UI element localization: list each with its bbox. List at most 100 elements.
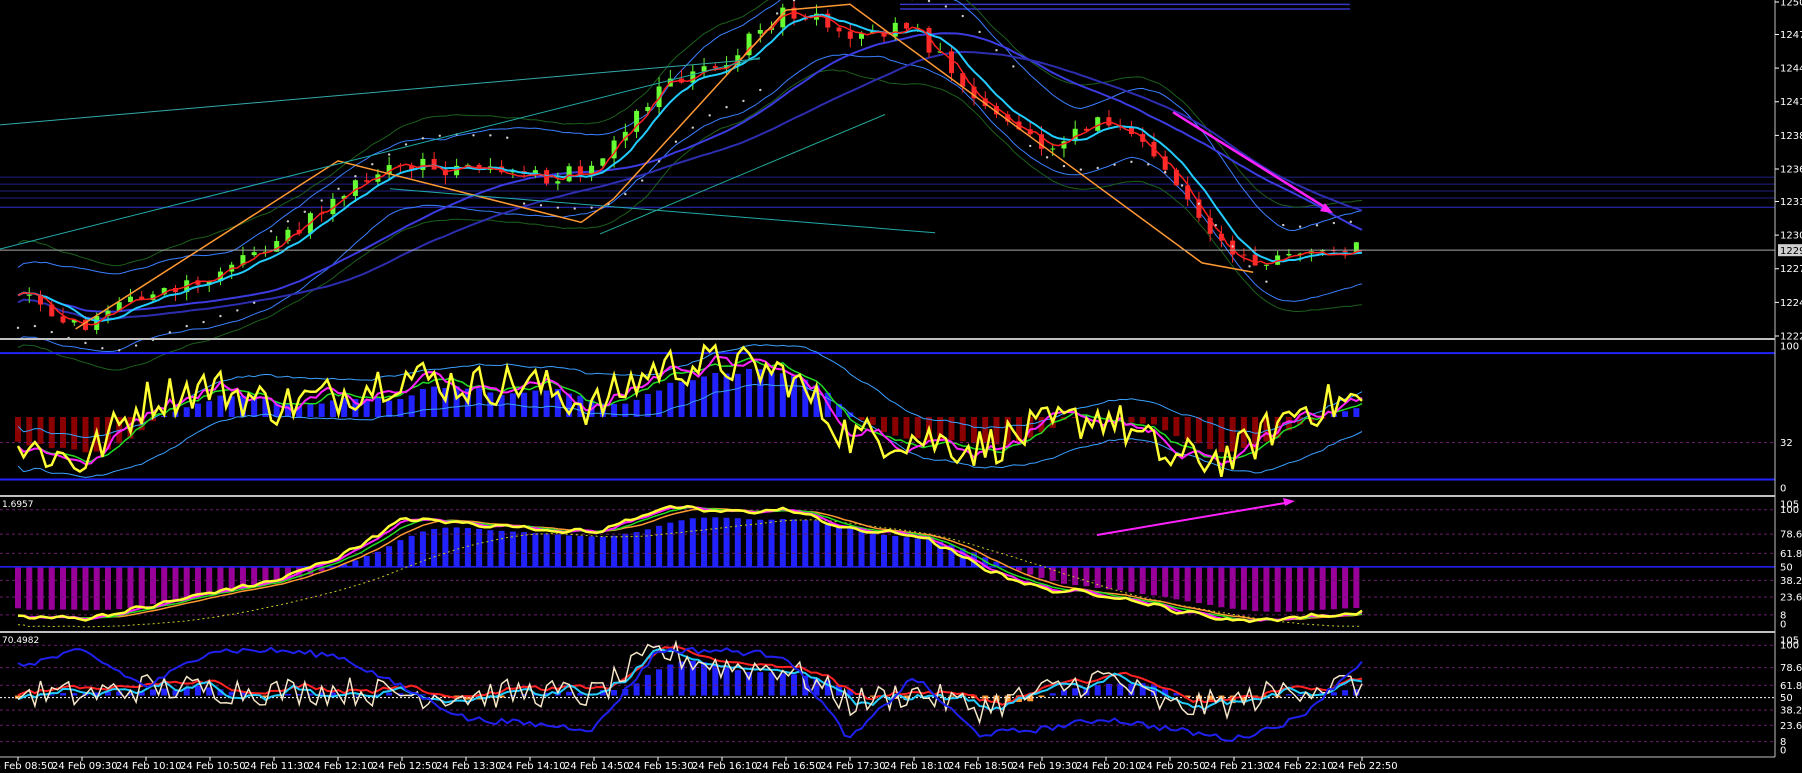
histogram-bar <box>948 695 955 697</box>
histogram-bar <box>858 530 865 567</box>
price-tick-label: 1244 <box>1780 64 1802 75</box>
histogram-bar <box>1218 417 1225 453</box>
histogram-bar <box>206 401 213 417</box>
parabolic-dot <box>1079 168 1083 171</box>
histogram-bar <box>622 533 629 567</box>
parabolic-dot <box>168 331 172 334</box>
histogram-bar <box>836 525 843 567</box>
histogram-bar <box>712 517 719 567</box>
parabolic-dot <box>371 163 374 166</box>
histogram-bar <box>127 566 134 608</box>
histogram-bar <box>1072 688 1079 696</box>
histogram-bar <box>779 519 786 567</box>
histogram-bar <box>194 566 201 596</box>
histogram-bar <box>1319 566 1326 610</box>
histogram-bar <box>419 388 426 417</box>
time-tick-label: 24 Feb 10:10 <box>116 761 182 772</box>
parabolic-dot <box>404 143 408 146</box>
histogram-bar <box>228 566 235 590</box>
histogram-bar <box>1150 417 1157 425</box>
parabolic-dot <box>1197 202 1201 205</box>
histogram-bar <box>1297 566 1304 612</box>
histogram-bar <box>644 393 651 417</box>
histogram-bar <box>734 670 741 696</box>
parabolic-dot <box>556 206 560 209</box>
histogram-bar <box>1263 566 1270 612</box>
histogram-bar <box>82 566 89 611</box>
time-tick-label: 24 Feb 14:10 <box>500 761 566 772</box>
current-price-label: 1229 <box>1780 246 1802 257</box>
parabolic-dot <box>1231 245 1234 248</box>
parabolic-dot <box>252 301 256 304</box>
parabolic-dot <box>1349 220 1352 224</box>
histogram-bar <box>1229 417 1236 452</box>
histogram-bar <box>1083 566 1090 587</box>
parabolic-dot <box>624 192 627 196</box>
chart-background <box>0 0 1802 773</box>
histogram-bar <box>656 669 663 696</box>
histogram-bar <box>667 664 674 696</box>
histogram-bar <box>1162 417 1169 431</box>
histogram-bar <box>869 417 876 425</box>
histogram-bar <box>532 390 539 417</box>
histogram-bar <box>881 417 888 433</box>
price-tick-label: 1236 <box>1780 165 1802 176</box>
parabolic-dot <box>1180 184 1184 187</box>
histogram-bar <box>1038 695 1045 698</box>
price-tick-label: 1241 <box>1780 97 1802 108</box>
time-tick-label: 24 Feb 10:50 <box>180 761 246 772</box>
histogram-bar <box>959 417 966 442</box>
histogram-bar <box>869 533 876 567</box>
histogram-bar <box>59 693 66 696</box>
time-tick-label: 24 Feb 12:50 <box>372 761 438 772</box>
parabolic-dot <box>759 88 762 92</box>
histogram-bar <box>1105 566 1112 590</box>
histogram-bar <box>1240 566 1247 610</box>
time-tick-label: 24 Feb 20:10 <box>1076 761 1142 772</box>
parabolic-dot <box>50 330 53 334</box>
histogram-bar <box>1195 566 1202 604</box>
histogram-bar <box>149 566 156 605</box>
histogram-bar <box>104 566 111 610</box>
histogram-bar <box>386 400 393 417</box>
histogram-bar <box>498 530 505 567</box>
histogram-bar <box>149 689 156 696</box>
oscillator-tick-label: 0 <box>1780 620 1786 631</box>
oscillator-tick-label: 0 <box>1780 746 1786 757</box>
parabolic-dot <box>1248 265 1251 268</box>
candle-body <box>1342 250 1348 253</box>
parabolic-dot <box>590 206 593 209</box>
time-tick-label: 24 Feb 15:30 <box>628 761 694 772</box>
histogram-bar <box>701 517 708 567</box>
histogram-bar <box>1229 566 1236 609</box>
histogram-bar <box>779 673 786 696</box>
histogram-bar <box>1184 566 1191 602</box>
time-tick-label: 24 Feb 22:10 <box>1268 761 1334 772</box>
oscillator-tick-label: 23.6 <box>1780 721 1802 732</box>
parabolic-dot <box>134 344 138 347</box>
histogram-bar <box>667 522 674 567</box>
parabolic-dot <box>1298 225 1302 228</box>
histogram-bar <box>1072 566 1079 586</box>
histogram-bar <box>453 527 460 567</box>
parabolic-dot <box>1113 163 1116 166</box>
candle-body <box>26 294 32 296</box>
oscillator-tick-label: 100 <box>1780 505 1799 516</box>
histogram-bar <box>678 381 685 417</box>
histogram-bar <box>1128 566 1135 592</box>
histogram-bar <box>1195 417 1202 444</box>
parabolic-dot <box>539 204 543 207</box>
time-tick-label: 24 Feb 18:50 <box>948 761 1014 772</box>
parabolic-dot <box>1265 280 1268 283</box>
oscillator-tick-label: 61.8 <box>1780 681 1802 692</box>
parabolic-dot <box>489 134 492 137</box>
parabolic-dot <box>1045 156 1049 159</box>
price-tick-label: 1247 <box>1780 30 1802 41</box>
histogram-bar <box>566 691 573 696</box>
candle-body <box>127 296 133 303</box>
histogram-bar <box>15 417 21 442</box>
candle-body <box>757 29 763 34</box>
histogram-bar <box>172 566 179 601</box>
time-tick-label: 24 Feb 12:10 <box>308 761 374 772</box>
candle-body <box>251 252 257 256</box>
